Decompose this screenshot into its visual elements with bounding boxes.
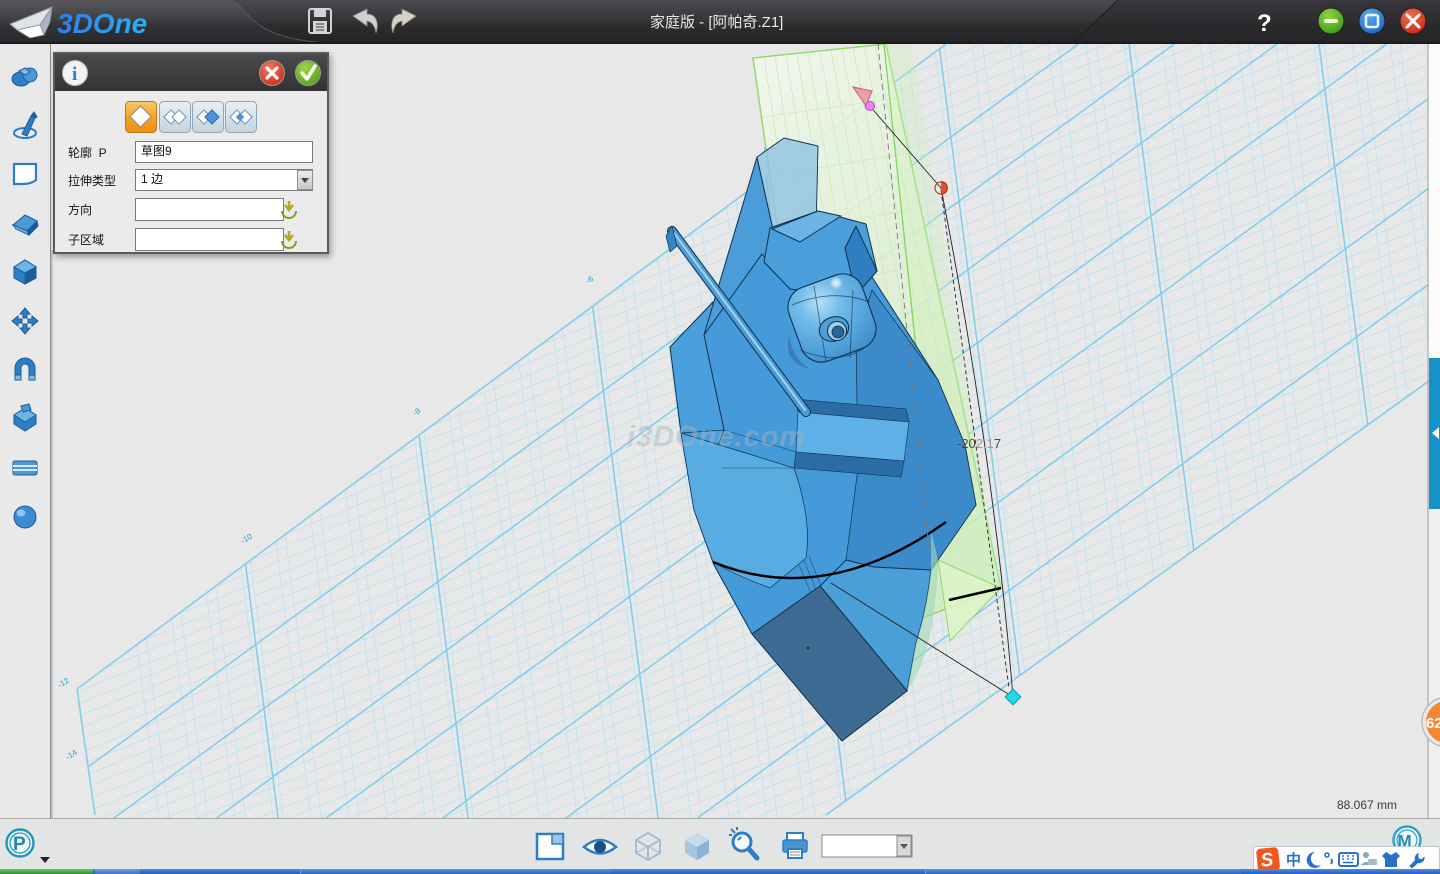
svg-text:62: 62 [1426, 715, 1440, 732]
svg-text:88.067 mm: 88.067 mm [1337, 798, 1397, 812]
svg-text:i3DOne.com: i3DOne.com [627, 421, 806, 453]
svg-text:P: P [13, 834, 26, 855]
svg-text:?: ? [1257, 10, 1272, 37]
svg-text:中: 中 [1286, 851, 1301, 869]
svg-text:3DOne: 3DOne [57, 8, 147, 39]
svg-text:-202.17: -202.17 [957, 436, 1001, 451]
svg-text:家庭版 - [阿帕奇.Z1]: 家庭版 - [阿帕奇.Z1] [650, 14, 783, 31]
svg-text:i: i [72, 64, 77, 85]
